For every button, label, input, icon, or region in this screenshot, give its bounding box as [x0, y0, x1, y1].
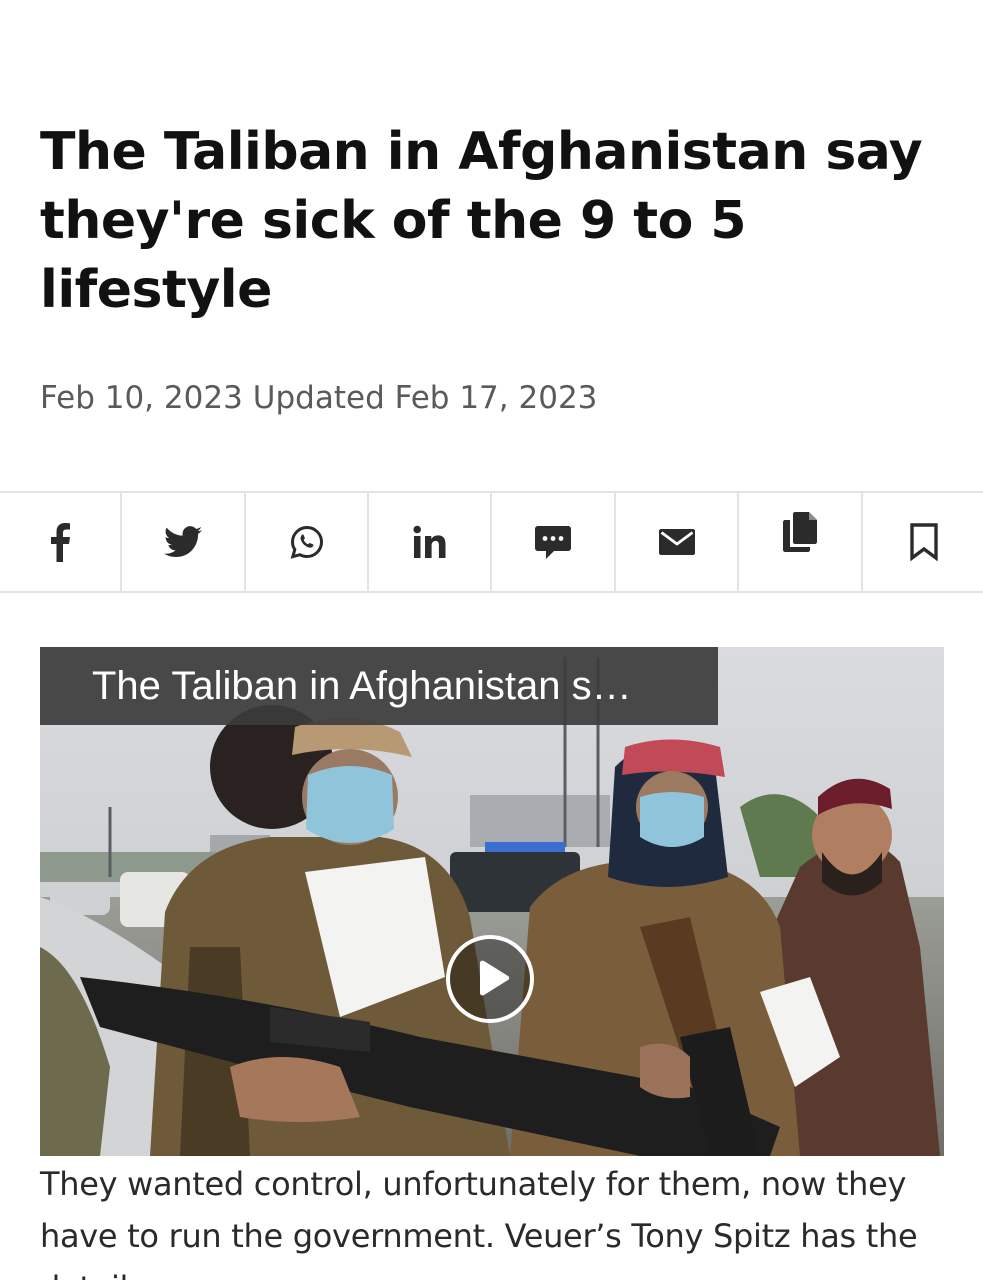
article-headline: The Taliban in Afghanistan say they're s… — [40, 122, 923, 320]
article-summary: They wanted control, unfortunately for t… — [40, 1165, 918, 1280]
bookmark-icon — [909, 523, 938, 561]
bookmark-button[interactable] — [863, 493, 983, 591]
email-share-button[interactable] — [616, 493, 739, 591]
linkedin-icon — [412, 525, 445, 558]
play-icon — [480, 960, 510, 996]
comment-icon — [535, 526, 571, 559]
copy-link-button[interactable] — [739, 493, 863, 591]
linkedin-share-button[interactable] — [369, 493, 492, 591]
updated-date: Updated Feb 17, 2023 — [252, 380, 598, 416]
facebook-share-button[interactable] — [0, 493, 122, 591]
play-button[interactable] — [446, 935, 534, 1023]
comments-button[interactable] — [492, 493, 616, 591]
whatsapp-share-button[interactable] — [246, 493, 369, 591]
whatsapp-icon — [290, 525, 323, 559]
video-player[interactable]: The Taliban in Afghanistan s… — [40, 647, 944, 1156]
twitter-share-button[interactable] — [122, 493, 246, 591]
video-title[interactable]: The Taliban in Afghanistan s… — [40, 647, 718, 725]
facebook-icon — [51, 523, 70, 562]
article-dates: Feb 10, 2023 Updated Feb 17, 2023 — [40, 378, 597, 418]
share-toolbar — [0, 491, 983, 593]
twitter-icon — [164, 526, 202, 558]
copy-icon — [783, 512, 817, 552]
published-date: Feb 10, 2023 — [40, 380, 243, 416]
envelope-icon — [658, 529, 695, 555]
